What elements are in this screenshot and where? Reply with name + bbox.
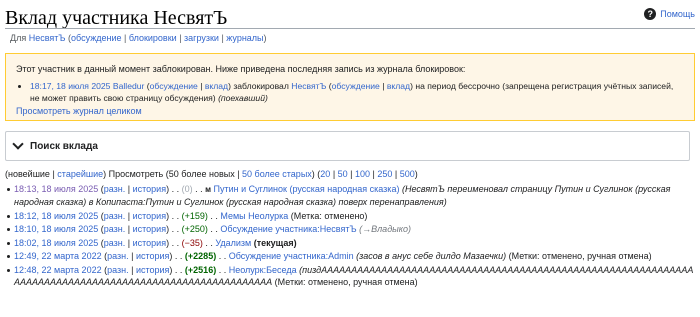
page-link[interactable]: Обсуждение участника:НесвятЪ [220,224,356,234]
list-item: 18:10, 18 июля 2025 (разн. | история) . … [5,223,695,235]
block-target-link[interactable]: НесвятЪ [291,81,326,91]
block-notice-text: Этот участник в данный момент заблокиров… [16,64,466,74]
diff-link[interactable]: разн. [104,238,126,248]
edit-tags: (Метки: отменено, ручная отмена) [508,251,652,261]
block-admin-talk-link[interactable]: обсуждение [150,81,198,91]
block-admin-link[interactable]: Balledur [113,81,145,91]
current-revision-label: (текущая) [253,237,297,248]
user-logs-link[interactable]: журналы [226,33,263,43]
block-reason: (поехавший) [218,93,268,103]
size-change: (0) [181,184,193,194]
limit-100-link[interactable]: 100 [355,169,370,179]
block-target-talk-link[interactable]: обсуждение [332,81,380,91]
history-link[interactable]: история [136,265,169,275]
list-item: 18:13, 18 июля 2025 (разн. | история) . … [5,183,695,208]
search-contributions-toggle[interactable]: Поиск вклада [5,131,690,161]
block-log-item: 18:17, 18 июля 2025 Balledur (обсуждение… [30,80,684,104]
help-label[interactable]: Помощь [660,9,695,19]
help-icon: ? [644,8,657,20]
contributions-subtitle: Для НесвятЪ (обсуждение | блокировки | з… [10,33,267,43]
diff-link[interactable]: разн. [104,224,126,234]
history-link[interactable]: история [136,251,169,261]
search-contributions-label: Поиск вклада [30,140,98,152]
history-link[interactable]: история [133,224,166,234]
user-talk-link[interactable]: обсуждение [71,33,121,43]
list-item: 18:02, 18 июля 2025 (разн. | история) . … [5,237,695,249]
user-link[interactable]: НесвятЪ [29,33,66,43]
help-link[interactable]: ? Помощь [644,8,695,20]
edit-summary: (→Владыко) [359,224,412,234]
block-admin-contrib-link[interactable]: вклад [205,81,228,91]
block-time-link[interactable]: 18:17, 18 июля 2025 [30,81,110,91]
user-uploads-link[interactable]: загрузки [184,33,219,43]
entry-time-link[interactable]: 18:12, 18 июля 2025 [14,211,98,221]
block-target-contrib-link[interactable]: вклад [387,81,410,91]
list-item: 18:12, 18 июля 2025 (разн. | история) . … [5,210,695,222]
limit-500-link[interactable]: 500 [400,169,415,179]
older-link[interactable]: 50 более старых [242,169,312,179]
chevron-down-icon [12,138,24,150]
edit-summary: (засов в анус себе дилдо Мазаечки) [356,251,507,261]
size-change: (+250) [181,224,208,234]
page-link[interactable]: Мемы Неолурка [220,211,288,221]
size-change: (+2285) [184,251,217,261]
title-divider [5,28,695,29]
edit-tags: (Метка: отменено) [290,210,368,221]
pagination: (новейшие | старейшие) Просмотреть (50 б… [5,169,418,179]
history-link[interactable]: история [133,211,166,221]
entry-time-link[interactable]: 18:10, 18 июля 2025 [14,224,98,234]
entry-time-link[interactable]: 12:48, 22 марта 2022 [14,265,102,275]
page-link[interactable]: Обсуждение участника:Admin [229,251,354,261]
minor-edit-flag: м [205,185,212,194]
view-full-log-link[interactable]: Просмотреть журнал целиком [16,106,684,116]
contributions-list: 18:13, 18 июля 2025 (разн. | история) . … [5,183,695,289]
page-link[interactable]: Неолурк:Беседа [229,265,297,275]
size-change: (+2516) [184,264,217,275]
diff-link[interactable]: разн. [104,211,126,221]
block-log-entry: 18:17, 18 июля 2025 Balledur (обсуждение… [30,80,684,104]
page-header: Вклад участника НесвятЪ ? Помощь [5,6,695,30]
size-change: (−35) [181,237,203,248]
list-item: 12:48, 22 марта 2022 (разн. | история) .… [5,264,695,288]
user-blocks-link[interactable]: блокировки [129,33,177,43]
oldest-link[interactable]: старейшие [57,169,103,179]
entry-time-link[interactable]: 18:02, 18 июля 2025 [14,238,98,248]
edit-tags: (Метки: отменено, ручная отмена) [274,276,418,287]
history-link[interactable]: история [133,238,166,248]
entry-time-link[interactable]: 12:49, 22 марта 2022 [14,251,102,261]
size-change: (+159) [181,210,208,221]
block-notice: Этот участник в данный момент заблокиров… [5,53,695,121]
entry-time-link[interactable]: 18:13, 18 июля 2025 [14,184,98,194]
page-link[interactable]: Путин и Суглинок (русская народная сказк… [214,184,400,194]
newest-label: новейшие [8,169,50,179]
diff-link[interactable]: разн. [104,184,126,194]
history-link[interactable]: история [133,184,166,194]
page-title: Вклад участника НесвятЪ [5,7,228,29]
limit-250-link[interactable]: 250 [377,169,392,179]
limit-50-link[interactable]: 50 [338,169,348,179]
limit-20-link[interactable]: 20 [320,169,330,179]
diff-link[interactable]: разн. [107,265,129,275]
page-link[interactable]: Удализм [215,238,251,248]
diff-link[interactable]: разн. [107,251,129,261]
list-item: 12:49, 22 марта 2022 (разн. | история) .… [5,250,695,262]
